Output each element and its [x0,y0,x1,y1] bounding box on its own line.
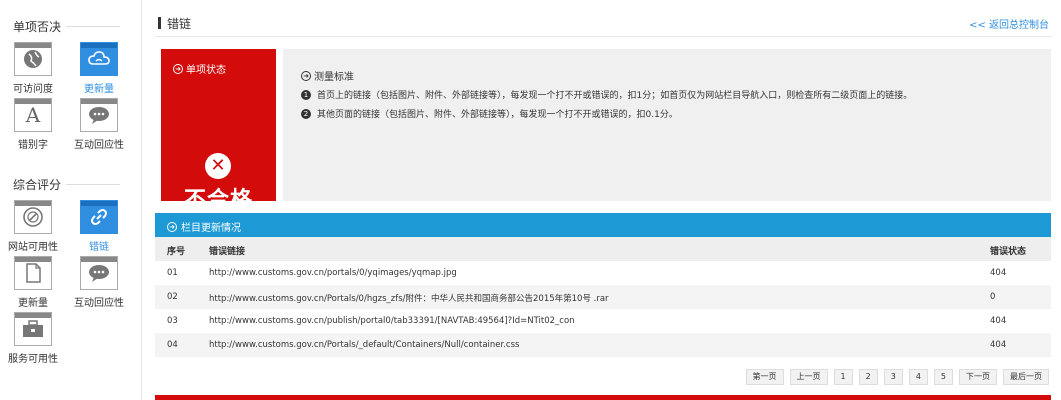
page-button-3[interactable]: 3 [883,369,903,385]
status-heading-label: 单项状态 [186,65,226,76]
cell-link[interactable]: http://www.customs.gov.cn/publish/portal… [209,316,575,326]
cell-link[interactable]: http://www.customs.gov.cn/Portals/_defau… [209,340,519,350]
page-button-4[interactable]: 4 [908,369,928,385]
next-section-bar [155,395,1051,400]
cell-no: 01 [167,268,178,278]
sidebar-item-label: 更新量 [84,84,114,95]
cell-no: 04 [167,340,178,350]
toolbox-icon [14,312,52,346]
arrow-circle-icon: ➜ [167,221,177,232]
sidebar-item-label: 互动回应性 [74,140,124,151]
section-title: 栏目更新情况 [181,223,241,234]
status-result: 不合格 [183,188,253,213]
link-icon [80,200,118,234]
table-row: 04 http://www.customs.gov.cn/Portals/_de… [155,333,1051,357]
sidebar-item-site-availability[interactable]: 网站可用性 [3,200,63,253]
column-header-no: 序号 [167,247,186,257]
chat-icon [80,256,118,290]
criteria-heading-label: 测量标准 [314,72,354,83]
cell-no: 02 [167,292,178,302]
criteria-item: 2 其他页面的链接（包括图片、附件、外部链接等），每发现一个打不开或错误的，扣0… [301,107,678,120]
section-heading: ➜ 栏目更新情况 [167,219,241,234]
cell-status: 404 [990,340,1007,350]
status-heading: ➜ 单项状态 [173,61,226,76]
pagination: 第一页 上一页 1 2 3 4 5 下一页 最后一页 [745,369,1049,385]
section-header: ➜ 栏目更新情况 [155,213,1051,237]
prev-page-button[interactable]: 上一页 [789,369,828,385]
criteria-item: 1 首页上的链接（包括图片、附件、外部链接等），每发现一个打不开或错误的，扣1分… [301,88,912,101]
cell-no: 03 [167,316,178,326]
sidebar-item-interaction-2[interactable]: 互动回应性 [69,256,129,309]
sidebar-item-typos[interactable]: A 错别字 [3,98,63,151]
column-header-link: 错误链接 [209,247,246,257]
chat-icon [80,98,118,132]
sidebar-item-label: 错链 [89,242,109,253]
criteria-text: 首页上的链接（包括图片、附件、外部链接等），每发现一个打不开或错误的，扣1分；如… [317,91,913,101]
globe-icon [14,42,52,76]
document-icon [14,256,52,290]
cell-status: 0 [990,292,996,302]
arrow-circle-icon: ➜ [173,63,183,74]
divider [66,26,120,27]
title-marker [158,17,161,29]
sidebar-item-broken-links[interactable]: 错链 [69,200,129,253]
status-panel: ➜ 单项状态 ✕ 不合格 [161,49,276,213]
error-links-table: 序号 错误链接 错误状态 01 http://www.customs.gov.c… [155,237,1051,357]
sidebar-item-update-volume-2[interactable]: 更新量 [3,256,63,309]
criteria-heading: ➜ 测量标准 [301,68,354,83]
sidebar-item-label: 错别字 [18,140,48,151]
page-button-1[interactable]: 1 [833,369,853,385]
section-title-score: 综合评分 [13,178,62,192]
column-header-status: 错误状态 [990,247,1027,257]
divider [66,184,120,185]
sidebar: 单项否决 可访问度 更新量 A 错别字 互动回应性 综合评分 网站可用性 错链 … [0,0,142,400]
sidebar-item-service-availability[interactable]: 服务可用性 [3,312,63,365]
sidebar-item-label: 服务可用性 [8,354,58,365]
back-to-console-link[interactable]: << 返回总控制台 [969,16,1049,31]
fail-x-icon: ✕ [205,153,231,179]
sidebar-item-accessibility[interactable]: 可访问度 [3,42,63,95]
sidebar-item-label: 互动回应性 [74,298,124,309]
sidebar-item-interaction[interactable]: 互动回应性 [69,98,129,151]
page-title: 错链 [167,17,192,31]
last-page-button[interactable]: 最后一页 [1003,369,1049,385]
sidebar-item-label: 网站可用性 [8,242,58,253]
next-page-button[interactable]: 下一页 [959,369,997,385]
cell-status: 404 [990,316,1007,326]
page-button-5[interactable]: 5 [933,369,953,385]
cell-status: 404 [990,268,1007,278]
criteria-text: 其他页面的链接（包括图片、附件、外部链接等），每发现一个打不开或错误的，扣0.1… [317,110,678,120]
table-row: 02 http://www.customs.gov.cn/Portals/0/h… [155,285,1051,309]
number-badge: 2 [301,108,311,119]
section-title-veto: 单项否决 [13,20,62,34]
arrow-circle-icon: ➜ [301,70,311,81]
first-page-button[interactable]: 第一页 [745,369,784,385]
table-row: 03 http://www.customs.gov.cn/publish/por… [155,309,1051,333]
table-row: 01 http://www.customs.gov.cn/portals/0/y… [155,261,1051,285]
table-header-row: 序号 错误链接 错误状态 [155,237,1051,261]
sidebar-item-label: 更新量 [18,298,48,309]
page: 单项否决 可访问度 更新量 A 错别字 互动回应性 综合评分 网站可用性 错链 … [0,0,1061,400]
criteria-panel: ➜ 测量标准 1 首页上的链接（包括图片、附件、外部链接等），每发现一个打不开或… [283,49,1051,201]
compass-icon [14,200,52,234]
page-button-2[interactable]: 2 [858,369,878,385]
cell-link[interactable]: http://www.customs.gov.cn/portals/0/yqim… [209,268,457,278]
letter-a-icon: A [14,98,52,132]
cloud-icon [80,42,118,76]
number-badge: 1 [301,89,311,100]
divider [155,36,1051,37]
cell-link[interactable]: http://www.customs.gov.cn/Portals/0/hgzs… [209,292,609,304]
sidebar-item-label: 可访问度 [13,84,53,95]
sidebar-item-update-volume[interactable]: 更新量 [69,42,129,95]
